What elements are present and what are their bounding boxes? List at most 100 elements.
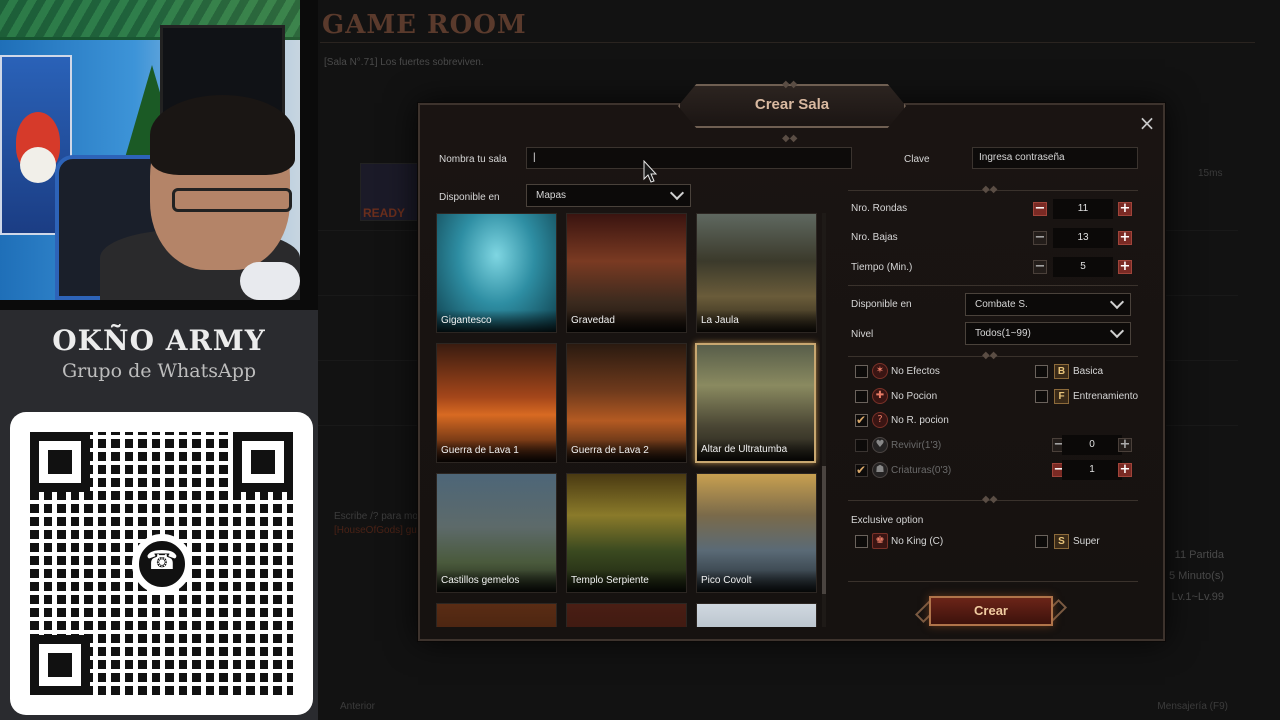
- training-checkbox[interactable]: [1035, 390, 1048, 403]
- mode-select[interactable]: Combate S.: [965, 293, 1131, 316]
- kills-label: Nro. Bajas: [851, 232, 898, 243]
- player-avatar: READY: [360, 163, 418, 221]
- mode-label: Disponible en: [851, 299, 912, 310]
- microphone: [240, 262, 300, 300]
- room-description: [Sala N°.71] Los fuertes sobreviven.: [324, 57, 484, 68]
- map-filter-select[interactable]: Mapas: [526, 184, 691, 207]
- no-effects-checkbox[interactable]: [855, 365, 868, 378]
- exclusive-option-label: Exclusive option: [851, 515, 924, 526]
- map-tile-partial[interactable]: [696, 603, 817, 627]
- map-filter-label: Disponible en: [439, 192, 500, 203]
- ornament-icon: ◆◆: [782, 133, 798, 144]
- creatures-checkbox[interactable]: [855, 463, 868, 477]
- qr-finder-top-left: [30, 432, 90, 492]
- no-potion-checkbox[interactable]: [855, 390, 868, 403]
- no-r-potion-icon: ?: [872, 412, 888, 428]
- kills-decrease-button[interactable]: −: [1033, 231, 1047, 245]
- map-name: Castillos gemelos: [441, 575, 520, 586]
- training-label: Entrenamiento: [1073, 391, 1139, 402]
- training-badge-icon: F: [1054, 389, 1069, 404]
- map-tile-pico-covolt[interactable]: Pico Covolt: [696, 473, 817, 593]
- super-badge-icon: S: [1054, 534, 1069, 549]
- rounds-increase-button[interactable]: +: [1118, 202, 1132, 216]
- map-name: La Jaula: [701, 315, 739, 326]
- ornament-icon: ◆◆: [982, 184, 998, 195]
- ornament-icon: ◆◆: [982, 494, 998, 505]
- creatures-increase-button[interactable]: +: [1118, 463, 1132, 477]
- room-name-input[interactable]: |: [526, 147, 852, 169]
- qr-finder-top-right: [233, 432, 293, 492]
- map-name: Altar de Ultratumba: [701, 444, 788, 455]
- level-value: Todos(1~99): [975, 328, 1031, 339]
- ornament-icon: ◆◆: [982, 350, 998, 361]
- map-tile-guerra-de-lava-2[interactable]: Guerra de Lava 2: [566, 343, 687, 463]
- map-tile-partial[interactable]: [436, 603, 557, 627]
- revive-increase-button[interactable]: +: [1118, 438, 1132, 452]
- stat-matches: 11 Partida: [1174, 549, 1224, 561]
- rounds-value: 11: [1053, 199, 1113, 219]
- ready-label: READY: [363, 206, 406, 220]
- no-effects-icon: ✶: [872, 363, 888, 379]
- section-divider: [848, 581, 1138, 582]
- chat-user: [HouseOfGods] gu: [334, 525, 417, 536]
- stat-minutes: 5 Minuto(s): [1168, 570, 1224, 582]
- close-icon[interactable]: ×: [1137, 113, 1157, 134]
- previous-button[interactable]: Anterior: [340, 701, 375, 712]
- no-king-checkbox[interactable]: [855, 535, 868, 548]
- no-king-label: No King (C): [891, 536, 944, 547]
- map-tile-altar-de-ultratumba[interactable]: Altar de Ultratumba: [695, 343, 816, 463]
- section-divider: [848, 285, 1138, 286]
- qr-code: [30, 432, 293, 695]
- map-scrollbar-thumb[interactable]: [822, 466, 826, 594]
- map-name: Gravedad: [571, 315, 615, 326]
- creatures-icon: ☗: [872, 462, 888, 478]
- map-tile-templo-serpiente[interactable]: Templo Serpiente: [566, 473, 687, 593]
- chevron-down-icon: [1109, 294, 1125, 310]
- basic-checkbox[interactable]: [1035, 365, 1048, 378]
- rounds-decrease-button[interactable]: −: [1033, 202, 1047, 216]
- map-filter-value: Mapas: [536, 190, 567, 201]
- map-name: Guerra de Lava 1: [441, 445, 519, 456]
- map-tile-la-jaula[interactable]: La Jaula: [696, 213, 817, 333]
- creatures-value: 1: [1062, 460, 1122, 480]
- rounds-label: Nro. Rondas: [851, 203, 908, 214]
- creatures-label: Criaturas(0'3): [891, 465, 952, 476]
- map-name: Gigantesco: [441, 315, 492, 326]
- time-value: 5: [1053, 257, 1113, 277]
- map-name: Guerra de Lava 2: [571, 445, 649, 456]
- super-checkbox[interactable]: [1035, 535, 1048, 548]
- super-label: Super: [1073, 536, 1100, 547]
- time-increase-button[interactable]: +: [1118, 260, 1132, 274]
- messages-button[interactable]: Mensajería (F9): [1157, 701, 1228, 712]
- map-tile-gravedad[interactable]: Gravedad: [566, 213, 687, 333]
- no-potion-icon: ✚: [872, 388, 888, 404]
- no-king-icon: ♚: [872, 533, 888, 549]
- ping-label: 15ms: [1198, 168, 1223, 179]
- revive-checkbox[interactable]: [855, 439, 868, 452]
- basic-label: Basica: [1073, 366, 1104, 377]
- title-divider: [320, 42, 1255, 43]
- streamer-hair: [150, 95, 295, 175]
- revive-value: 0: [1062, 435, 1122, 455]
- map-tile-gigantesco[interactable]: Gigantesco: [436, 213, 557, 333]
- map-tile-guerra-de-lava-1[interactable]: Guerra de Lava 1: [436, 343, 557, 463]
- ornament-icon: ◆◆: [782, 79, 798, 90]
- level-select[interactable]: Todos(1~99): [965, 322, 1131, 345]
- no-potion-label: No Pocion: [891, 391, 938, 402]
- chat-hint: Escribe /? para mos: [334, 511, 423, 522]
- create-room-button[interactable]: Crear: [929, 596, 1053, 626]
- map-tile-partial[interactable]: [566, 603, 687, 627]
- webcam-feed: [0, 0, 300, 300]
- map-tile-castillos-gemelos[interactable]: Castillos gemelos: [436, 473, 557, 593]
- santa-beard: [20, 147, 56, 183]
- kills-increase-button[interactable]: +: [1118, 231, 1132, 245]
- no-r-potion-checkbox[interactable]: [855, 413, 868, 427]
- brand-subtitle: Grupo de WhatsApp: [61, 360, 257, 382]
- brand-title: OKÑO ARMY: [52, 324, 266, 357]
- chevron-down-icon: [1109, 323, 1125, 339]
- revive-icon: ♥: [872, 437, 888, 453]
- time-decrease-button[interactable]: −: [1033, 260, 1047, 274]
- no-effects-label: No Efectos: [891, 366, 940, 377]
- no-r-potion-label: No R. pocion: [891, 415, 949, 426]
- password-input[interactable]: Ingresa contraseña: [972, 147, 1138, 169]
